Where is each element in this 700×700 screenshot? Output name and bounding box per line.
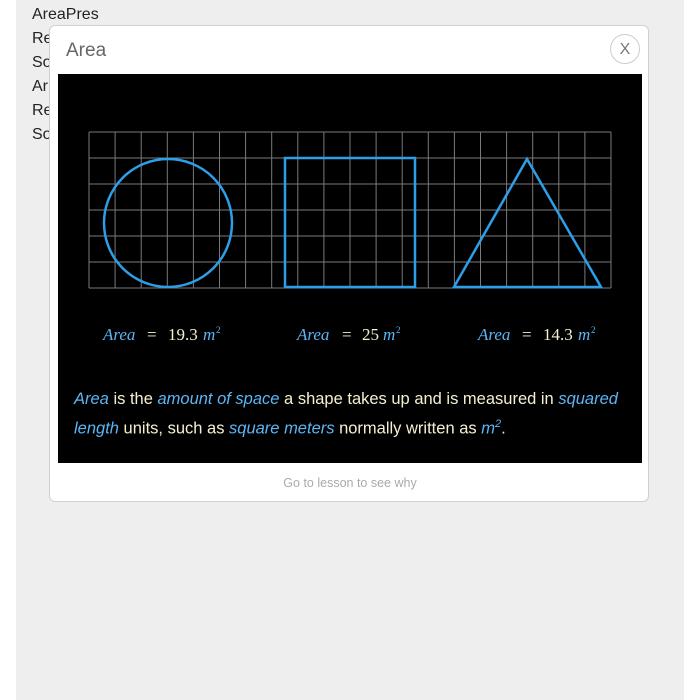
formula-equals: = bbox=[522, 325, 532, 344]
triangle-shape bbox=[451, 156, 604, 289]
formula-value: 19.3 bbox=[168, 325, 198, 344]
formula-unit: m bbox=[203, 325, 215, 344]
area-figure-panel: Area = 19.3 m 2 Area = 25 m 2 Area = 14.… bbox=[58, 74, 642, 463]
triangle-area-formula: Area = 14.3 m 2 bbox=[477, 325, 596, 344]
formula-word: Area bbox=[296, 325, 329, 344]
formula-word: Area bbox=[477, 325, 510, 344]
term-amount-of-space: amount of space bbox=[157, 390, 280, 408]
dialog-title: Area bbox=[66, 40, 107, 61]
term-area: Area bbox=[74, 390, 109, 408]
formula-word: Area bbox=[102, 325, 135, 344]
area-dialog: Area X Area = 19.3 m 2 Area = 25 m 2 Are… bbox=[49, 25, 649, 502]
formula-equals: = bbox=[342, 325, 352, 344]
formula-value: 25 bbox=[362, 325, 379, 344]
unit-symbol: m bbox=[481, 419, 495, 438]
formula-value: 14.3 bbox=[543, 325, 573, 344]
formula-equals: = bbox=[147, 325, 157, 344]
background-list-item[interactable]: AreaPres bbox=[32, 3, 99, 27]
formula-unit: m bbox=[383, 325, 395, 344]
description-text: is the bbox=[108, 390, 158, 408]
formula-exponent: 2 bbox=[396, 325, 401, 335]
circle-area-formula: Area = 19.3 m 2 bbox=[102, 325, 221, 344]
formula-exponent: 2 bbox=[591, 325, 596, 335]
formula-exponent: 2 bbox=[216, 325, 221, 335]
close-button[interactable]: X bbox=[610, 34, 640, 64]
circle-shape bbox=[102, 157, 234, 289]
description-text: a shape takes up and is measured in bbox=[279, 390, 559, 408]
description-text: normally written as bbox=[334, 419, 482, 438]
go-to-lesson-link[interactable]: Go to lesson to see why bbox=[50, 476, 650, 490]
description-text: . bbox=[501, 419, 506, 438]
description-text: units, such as bbox=[118, 419, 230, 438]
term-square-meters: square meters bbox=[229, 419, 335, 438]
square-area-formula: Area = 25 m 2 bbox=[296, 325, 401, 344]
formula-unit: m bbox=[578, 325, 590, 344]
grid bbox=[88, 131, 612, 289]
area-description: Area is the amount of space a shape take… bbox=[74, 387, 634, 442]
